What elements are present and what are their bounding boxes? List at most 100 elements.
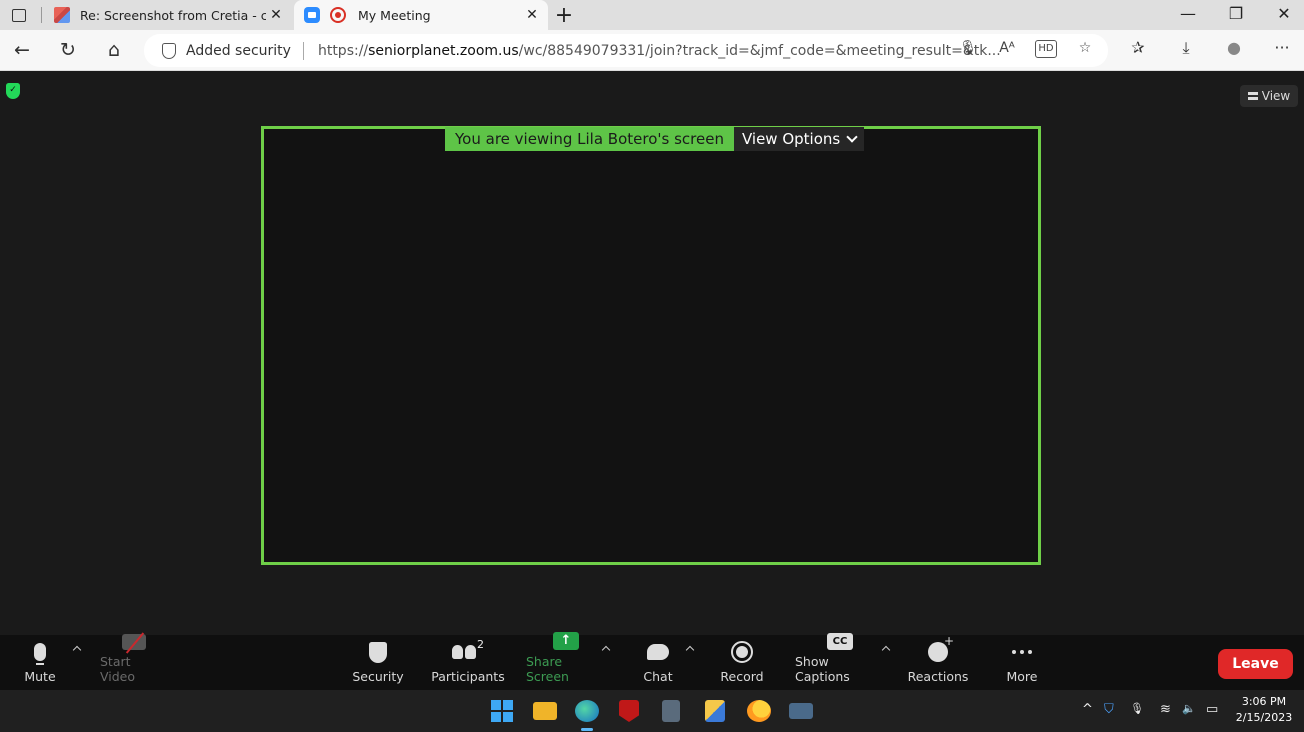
url-path: /wc/88549079331/join?track_id=&jmf_code=… [518,42,1001,59]
shield-icon [162,42,176,59]
maximize-button[interactable]: ❐ [1216,4,1256,23]
favorites-icon[interactable]: ✰ [1126,38,1150,58]
back-button[interactable]: ← [8,38,36,62]
tab-title: Re: Screenshot from Cretia - credi [80,7,266,23]
hd-icon[interactable]: HD [1035,40,1057,58]
participants-icon [452,645,476,659]
share-screen-icon: ↑ [553,632,579,650]
address-icons: 🎙 Aᴬ HD ☆ [957,40,1096,58]
leave-button[interactable]: Leave [1218,649,1293,679]
record-icon [731,641,753,663]
recording-icon [330,7,346,23]
chat-button[interactable]: Chat [638,635,678,690]
chat-label: Chat [643,669,673,684]
tab-my-meeting[interactable]: My Meeting ✕ [294,0,548,30]
url-domain: seniorplanet.zoom.us [368,42,519,59]
mic-tray-icon[interactable]: 🎙 [1130,702,1144,715]
minimize-button[interactable]: — [1168,4,1208,23]
edge-browser-icon[interactable] [575,700,599,722]
favorite-star-icon[interactable]: ☆ [1074,40,1096,58]
encryption-shield-icon[interactable]: ✓ [6,83,20,99]
active-app-indicator [581,728,593,731]
more-label: More [1006,669,1038,684]
tab-divider [41,7,42,23]
tab-actions-button[interactable] [8,5,30,25]
more-button[interactable]: More [1002,635,1042,690]
emoji-plus-icon [928,634,954,662]
participants-count: 2 [477,637,484,651]
closed-captions-icon: CC [827,633,853,650]
mcafee-shield-icon[interactable] [619,700,639,722]
reactions-label: Reactions [907,669,969,684]
read-aloud-icon[interactable]: Aᴬ [996,40,1018,58]
captions-options-caret[interactable] [880,643,892,655]
system-clock[interactable]: 3:06 PM 2/15/2023 [1232,694,1296,726]
mic-icon[interactable]: 🎙 [957,40,979,58]
record-button[interactable]: Record [718,635,766,690]
gmail-icon [54,7,70,23]
participants-button[interactable]: 2 Participants [431,635,505,690]
home-button[interactable]: ⌂ [100,38,128,62]
start-video-label: Start Video [100,654,136,684]
view-options-label: View Options [741,130,841,148]
windows-start-icon[interactable] [491,700,515,722]
weather-icon[interactable] [747,700,771,722]
chat-bubble-icon [647,644,669,660]
security-shield-icon [369,641,387,663]
chat-options-caret[interactable] [684,643,696,655]
more-dots-icon [1012,650,1032,654]
participants-label: Participants [431,669,505,684]
address-row: ← ↻ ⌂ Added security https:// seniorplan… [0,30,1304,71]
zoom-icon [304,7,320,23]
file-explorer-icon[interactable] [533,702,557,720]
reactions-button[interactable]: Reactions [907,634,969,690]
snipping-tool-icon[interactable] [705,700,725,722]
wifi-icon[interactable]: ≋ [1160,702,1171,717]
volume-icon[interactable]: 🔈 [1182,702,1196,715]
clock-date: 2/15/2023 [1235,711,1293,724]
camera-icon[interactable] [789,703,813,719]
security-label[interactable]: Added security [186,43,291,59]
windows-taskbar: ^ ⛉ 🎙 ≋ 🔈 ▭ [0,690,1304,732]
tab-bar: Re: Screenshot from Cretia - credi ✕ My … [0,0,1304,30]
record-label: Record [720,669,764,684]
address-bar[interactable]: Added security https:// seniorplanet.zoo… [144,34,1108,67]
address-divider [302,41,304,60]
tab-actions-icon [12,8,26,22]
more-icon[interactable]: ··· [1270,38,1294,58]
show-captions-label: Show Captions [795,654,850,684]
reload-button[interactable]: ↻ [54,38,82,62]
tab-title: My Meeting [358,7,431,23]
show-captions-button[interactable]: CC Show Captions [795,633,885,690]
browser-toolbar: ✰ ⤓ ● ··· [1126,38,1294,58]
battery-icon[interactable]: ▭ [1206,702,1218,717]
browser-chrome: Re: Screenshot from Cretia - credi ✕ My … [0,0,1304,71]
tray-overflow-icon[interactable]: ^ [1082,702,1093,717]
tab-gmail[interactable]: Re: Screenshot from Cretia - credi ✕ [48,0,292,30]
tab-close-icon[interactable]: ✕ [522,7,542,23]
share-options-caret[interactable] [600,643,612,655]
security-button[interactable]: Security [352,635,404,690]
profile-icon[interactable]: ● [1222,38,1246,58]
calculator-icon[interactable] [662,700,680,722]
view-label: View [1261,89,1291,103]
view-button[interactable]: View [1240,85,1298,107]
security-label: Security [352,669,404,684]
downloads-icon[interactable]: ⤓ [1174,38,1198,58]
close-window-button[interactable]: ✕ [1264,4,1304,23]
share-screen-button[interactable]: ↑ Share Screen [526,632,606,690]
mute-label: Mute [24,669,56,684]
viewing-text: You are viewing Lila Botero's screen [445,127,734,151]
url-prefix: https:// [317,42,369,59]
shared-screen [261,126,1041,565]
security-tray-icon[interactable]: ⛉ [1104,702,1114,717]
clock-time: 3:06 PM [1241,695,1287,708]
start-video-button[interactable]: Start Video [100,632,168,690]
share-screen-label: Share Screen [526,654,569,684]
grid-icon [1247,92,1258,100]
tab-close-icon[interactable]: ✕ [266,7,286,23]
new-tab-button[interactable]: + [552,3,576,28]
mute-button[interactable]: Mute [20,635,60,690]
view-options-button[interactable]: View Options [733,127,865,151]
audio-options-caret[interactable] [71,643,83,655]
